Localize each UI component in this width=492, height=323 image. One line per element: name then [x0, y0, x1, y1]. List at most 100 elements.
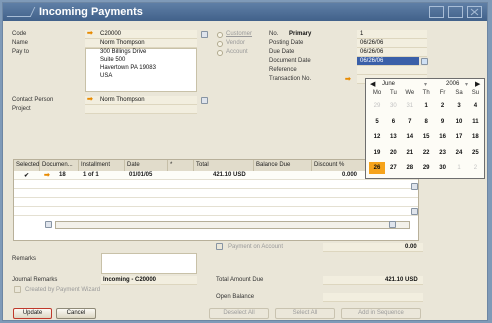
project-field[interactable]: [85, 105, 197, 114]
calendar-day[interactable]: 29: [418, 162, 434, 174]
calendar-day[interactable]: 8: [418, 116, 434, 128]
calendar-day[interactable]: 25: [467, 147, 483, 159]
cancel-button[interactable]: Cancel: [56, 308, 96, 319]
table-row[interactable]: [14, 207, 418, 216]
calendar-day[interactable]: 7: [402, 116, 418, 128]
col-date[interactable]: Date: [125, 160, 168, 171]
open-balance-field: [323, 293, 423, 302]
code-picker-icon[interactable]: [201, 31, 208, 38]
scroll-right-icon[interactable]: [389, 221, 396, 228]
document-link-arrow-icon[interactable]: ➡: [44, 171, 50, 179]
weekday-label: Th: [422, 90, 430, 96]
no-series-select[interactable]: Primary: [289, 31, 311, 37]
weekday-label: Sa: [455, 90, 463, 96]
calendar-day[interactable]: 22: [418, 147, 434, 159]
deselect-all-button[interactable]: Deselect All: [209, 308, 269, 319]
calendar-day[interactable]: 2: [435, 100, 451, 112]
calendar-day[interactable]: 31: [402, 100, 418, 112]
no-field[interactable]: [357, 30, 427, 39]
calendar-day[interactable]: 2: [467, 162, 483, 174]
calendar-day[interactable]: 15: [418, 131, 434, 143]
due-date-value: 06/26/06: [360, 49, 384, 55]
account-radio-label: Account: [226, 49, 248, 55]
month-dropdown-icon[interactable]: ▾: [424, 81, 427, 88]
total-amount-due-value: 421.10 USD: [385, 277, 418, 283]
calendar-day[interactable]: 21: [402, 147, 418, 159]
calendar-day[interactable]: 10: [451, 116, 467, 128]
title-bar: Incoming Payments: [3, 3, 487, 21]
close-icon[interactable]: [467, 6, 482, 18]
calendar-day[interactable]: 19: [369, 147, 385, 159]
transaction-link-arrow-icon[interactable]: ➡: [345, 75, 351, 83]
maximize-icon[interactable]: [448, 6, 463, 18]
weekday-label: Su: [471, 90, 480, 96]
reference-field[interactable]: [357, 66, 427, 75]
next-month-icon[interactable]: ▶: [475, 80, 480, 88]
scroll-down-icon[interactable]: [411, 208, 418, 215]
scroll-up-icon[interactable]: [411, 183, 418, 190]
calendar-day[interactable]: 14: [402, 131, 418, 143]
table-row[interactable]: [14, 189, 418, 198]
name-value: Norm Thompson: [100, 40, 145, 46]
calendar-day[interactable]: 30: [435, 162, 451, 174]
minimize-icon[interactable]: [429, 6, 444, 18]
calendar-day[interactable]: 24: [451, 147, 467, 159]
calendar-day[interactable]: 3: [451, 100, 467, 112]
vendor-radio[interactable]: [217, 41, 223, 47]
calendar-day[interactable]: 27: [385, 162, 401, 174]
document-date-value: 06/26/06: [360, 58, 384, 64]
col-document[interactable]: Documen...: [40, 160, 79, 171]
created-by-wizard-checkbox[interactable]: [14, 286, 21, 293]
scroll-left-icon[interactable]: [45, 221, 52, 228]
col-total[interactable]: Total: [194, 160, 254, 171]
calendar-day[interactable]: 20: [385, 147, 401, 159]
contact-link-arrow-icon[interactable]: ➡: [87, 95, 93, 103]
calendar-day[interactable]: 23: [435, 147, 451, 159]
update-button[interactable]: Update: [13, 308, 52, 319]
calendar-day[interactable]: 28: [402, 162, 418, 174]
calendar-day[interactable]: 4: [467, 100, 483, 112]
account-radio[interactable]: [217, 50, 223, 56]
select-all-button[interactable]: Select All: [275, 308, 335, 319]
col-selected[interactable]: Selected: [14, 160, 40, 171]
col-installment[interactable]: Installment: [79, 160, 125, 171]
customer-radio[interactable]: [217, 32, 223, 38]
code-value: C20000: [100, 31, 122, 37]
payment-on-account-checkbox[interactable]: [216, 243, 223, 250]
contact-person-value: Norm Thompson: [100, 97, 145, 103]
calendar-day[interactable]: 9: [435, 116, 451, 128]
month-select[interactable]: June: [382, 81, 395, 87]
code-link-arrow-icon[interactable]: ➡: [87, 29, 93, 37]
incoming-payments-window: Incoming Payments Code ➡ C20000 Name Nor…: [2, 2, 488, 321]
table-horizontal-scrollbar[interactable]: [55, 221, 410, 229]
col-balance-due[interactable]: Balance Due: [254, 160, 312, 171]
calendar-icon[interactable]: [421, 58, 428, 65]
calendar-day[interactable]: 11: [467, 116, 483, 128]
calendar-day[interactable]: 29: [369, 100, 385, 112]
year-select[interactable]: 2006: [446, 81, 459, 87]
calendar-day[interactable]: 6: [385, 116, 401, 128]
table-row[interactable]: [14, 198, 418, 207]
calendar-day[interactable]: 16: [435, 131, 451, 143]
calendar-day[interactable]: 1: [451, 162, 467, 174]
calendar-day-selected[interactable]: 26: [369, 162, 385, 175]
transaction-no-label: Transaction No.: [269, 76, 312, 82]
add-in-sequence-button[interactable]: Add in Sequence: [341, 308, 421, 319]
remarks-field[interactable]: [101, 253, 197, 274]
calendar-day[interactable]: 30: [385, 100, 401, 112]
calendar-day[interactable]: 5: [369, 116, 385, 128]
calendar-day[interactable]: 18: [467, 131, 483, 143]
calendar-day[interactable]: 1: [418, 100, 434, 112]
contact-picker-icon[interactable]: [201, 97, 208, 104]
calendar-day[interactable]: 17: [451, 131, 467, 143]
table-row[interactable]: [14, 180, 418, 189]
year-dropdown-icon[interactable]: ▾: [465, 81, 468, 88]
prev-month-icon[interactable]: ◀: [370, 80, 375, 88]
address-line-4: USA: [100, 73, 113, 79]
calendar-day[interactable]: 13: [385, 131, 401, 143]
table-row[interactable]: ✔ ➡ 18 1 of 1 01/01/05 421.10 USD 0.000: [14, 171, 418, 180]
address-line-1: 300 Billings Drive: [100, 49, 147, 55]
calendar-day[interactable]: 12: [369, 131, 385, 143]
col-star[interactable]: *: [168, 160, 194, 171]
selected-checkbox[interactable]: ✔: [24, 172, 29, 179]
